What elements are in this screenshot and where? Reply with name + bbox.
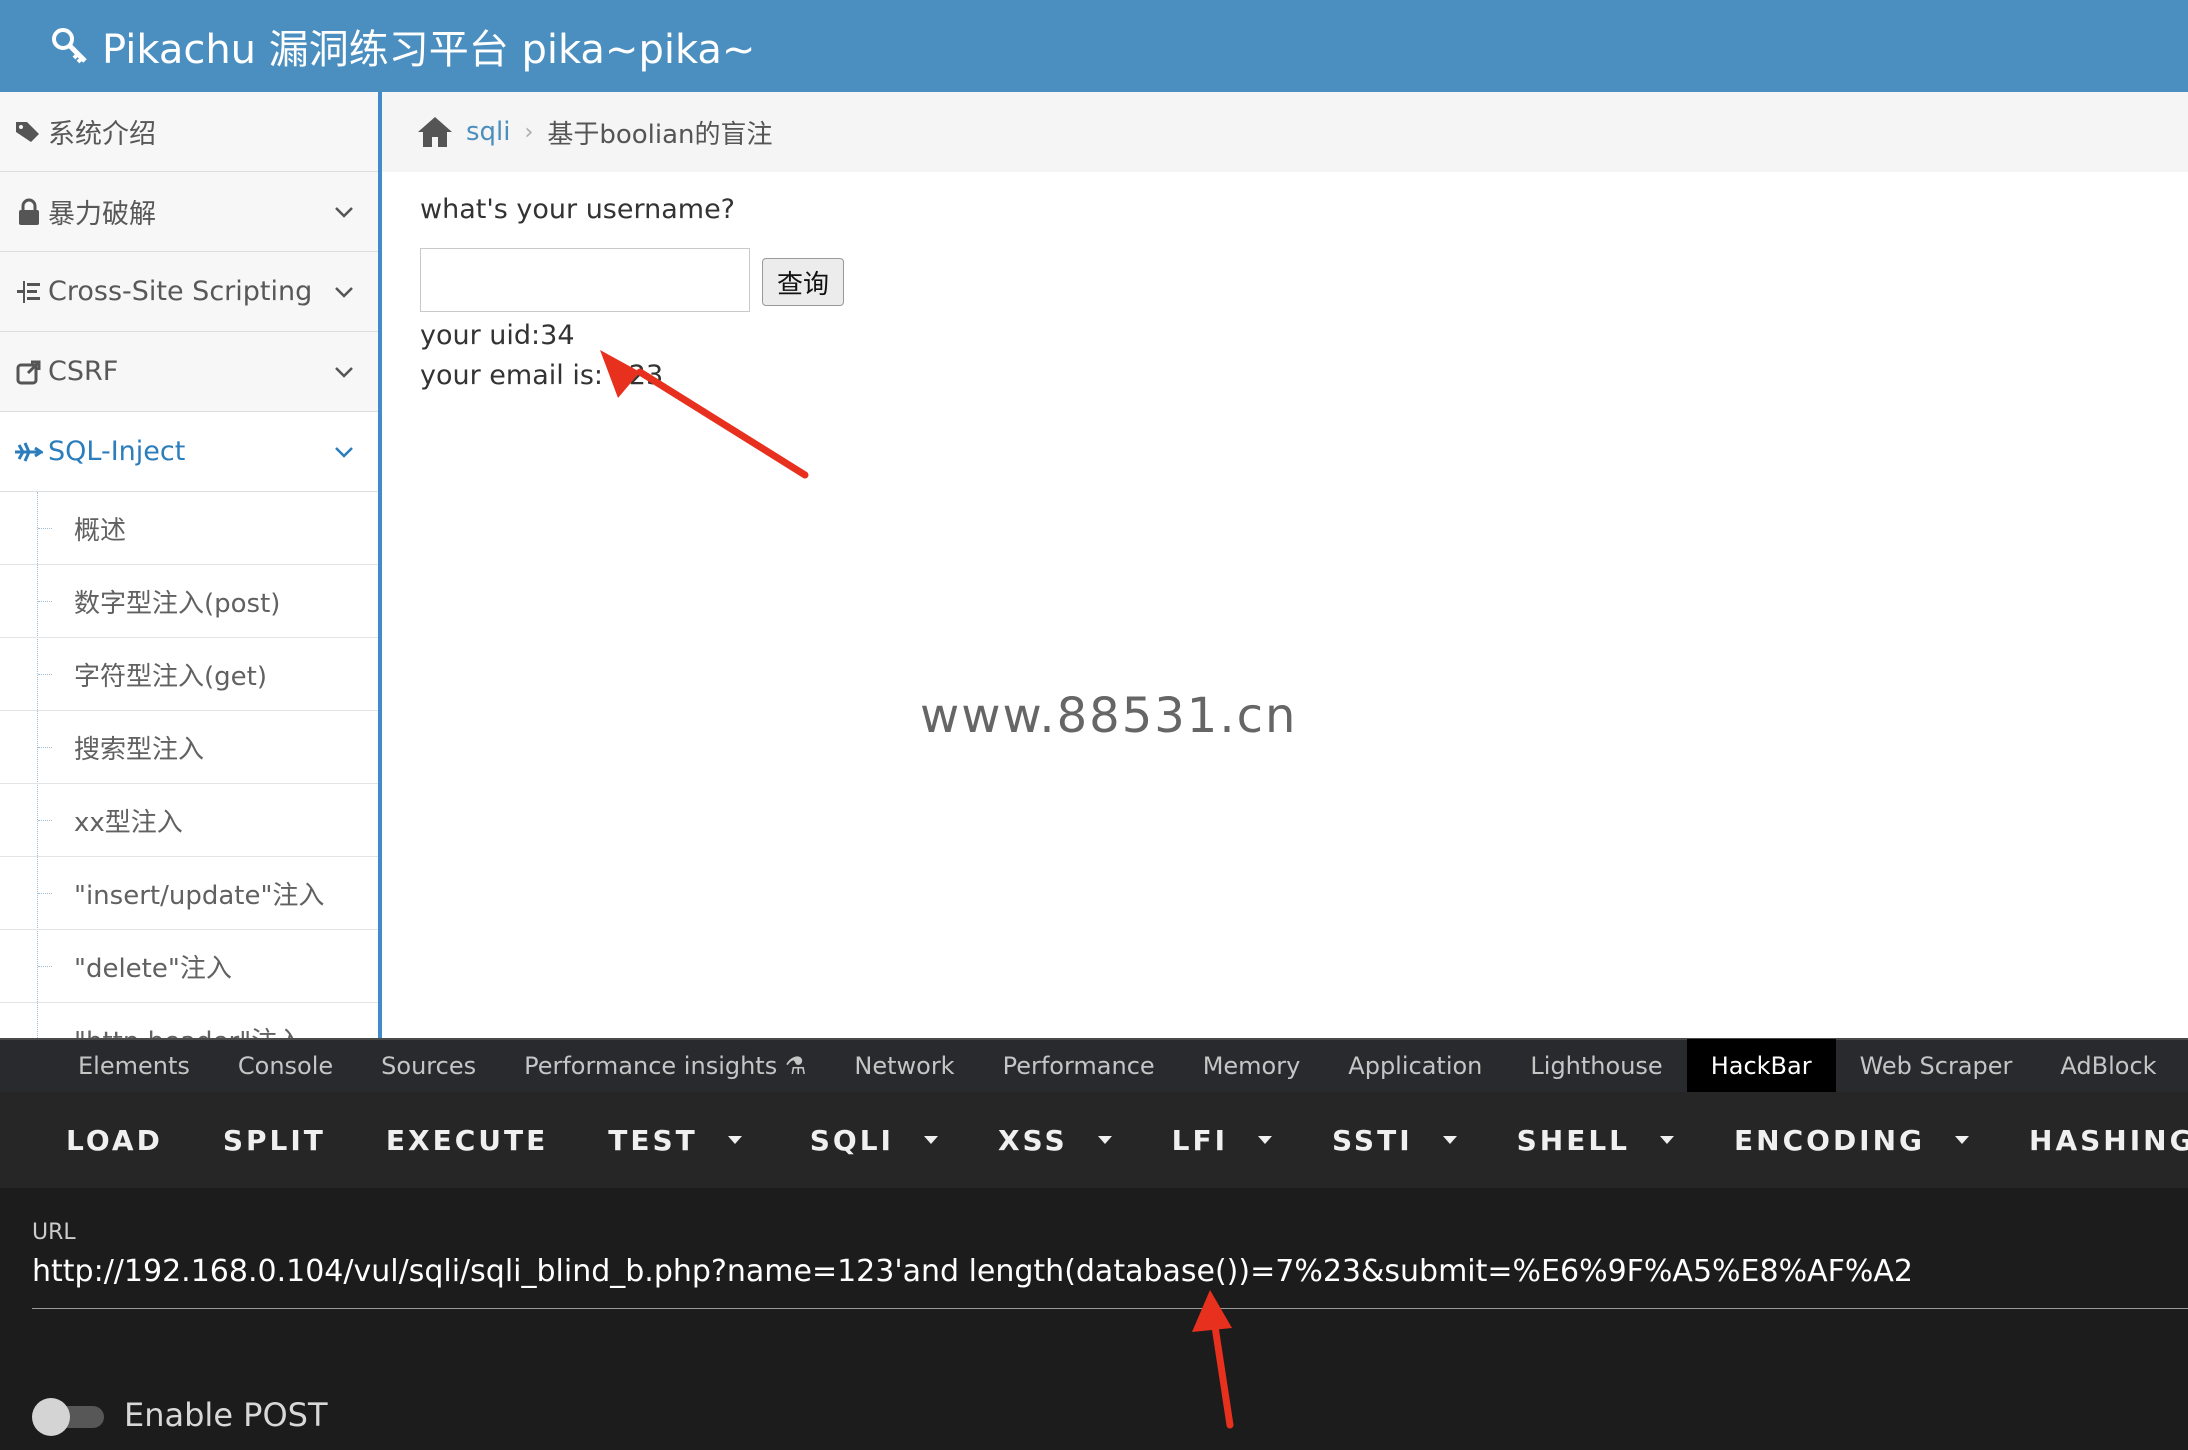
annotation-arrow-icon bbox=[1192, 1290, 1234, 1429]
caret-down-icon bbox=[727, 1136, 742, 1144]
tab-adblock[interactable]: AdBlock bbox=[2036, 1039, 2180, 1093]
lock-icon bbox=[14, 197, 44, 227]
tab-network[interactable]: Network bbox=[830, 1039, 978, 1093]
lfi-button[interactable]: LFI bbox=[1142, 1124, 1302, 1157]
sidebar-item-sql-inject[interactable]: SQL-Inject bbox=[0, 412, 378, 492]
devtools-tabbar: Elements Console Sources Performance ins… bbox=[0, 1038, 2188, 1093]
shell-button[interactable]: SHELL bbox=[1487, 1124, 1704, 1157]
submenu-item-xx[interactable]: xx型注入 bbox=[0, 784, 378, 857]
caret-down-icon bbox=[923, 1136, 938, 1144]
caret-down-icon bbox=[1258, 1136, 1273, 1144]
breadcrumb-current: 基于boolian的盲注 bbox=[547, 119, 773, 150]
sidebar-item-bruteforce[interactable]: 暴力破解 bbox=[0, 172, 378, 252]
main-content: what's your username? 查询 your uid:34 you… bbox=[382, 172, 2188, 1038]
list-tree-icon bbox=[14, 277, 44, 307]
query-button[interactable]: 查询 bbox=[762, 258, 844, 306]
tags-icon bbox=[14, 117, 44, 147]
execute-button[interactable]: EXECUTE bbox=[356, 1124, 578, 1157]
url-input[interactable]: http://192.168.0.104/vul/sqli/sqli_blind… bbox=[32, 1254, 1913, 1289]
tab-hackbar[interactable]: HackBar bbox=[1686, 1039, 1836, 1093]
caret-down-icon bbox=[1097, 1136, 1112, 1144]
tab-ed[interactable]: Ed bbox=[2181, 1039, 2188, 1093]
share-icon bbox=[14, 357, 44, 387]
tab-sources[interactable]: Sources bbox=[357, 1039, 500, 1093]
sqli-button[interactable]: SQLI bbox=[780, 1124, 968, 1157]
load-button[interactable]: LOAD bbox=[36, 1124, 193, 1157]
hackbar-toolbar: LOAD SPLIT EXECUTE TEST SQLI XSS LFI SST… bbox=[0, 1092, 2188, 1188]
ssti-button[interactable]: SSTI bbox=[1302, 1124, 1487, 1157]
tab-performance[interactable]: Performance bbox=[979, 1039, 1179, 1093]
submenu-item-insert-update[interactable]: "insert/update"注入 bbox=[0, 857, 378, 930]
sidebar: 系统介绍 暴力破解 Cross-Site Scripting CSRF SQL-… bbox=[0, 92, 382, 1038]
sidebar-item-intro[interactable]: 系统介绍 bbox=[0, 92, 378, 172]
sidebar-item-csrf[interactable]: CSRF bbox=[0, 332, 378, 412]
breadcrumb-link-sqli[interactable]: sqli bbox=[466, 117, 511, 147]
caret-down-icon bbox=[1955, 1136, 1970, 1144]
tab-web-scraper[interactable]: Web Scraper bbox=[1836, 1039, 2037, 1093]
submenu-item-string-get[interactable]: 字符型注入(get) bbox=[0, 638, 378, 711]
tab-elements[interactable]: Elements bbox=[54, 1039, 214, 1093]
submenu-item-http-header[interactable]: "http header"注入 bbox=[0, 1003, 378, 1039]
key-icon bbox=[50, 26, 90, 66]
hashing-button[interactable]: HASHING bbox=[1999, 1124, 2188, 1157]
submenu-item-overview[interactable]: 概述 bbox=[0, 492, 378, 565]
watermark: www.88531.cn bbox=[920, 688, 1298, 744]
encoding-button[interactable]: ENCODING bbox=[1704, 1124, 1999, 1157]
submenu-item-search[interactable]: 搜索型注入 bbox=[0, 711, 378, 784]
annotation-arrow-icon bbox=[600, 350, 809, 479]
xss-button[interactable]: XSS bbox=[968, 1124, 1142, 1157]
test-button[interactable]: TEST bbox=[578, 1124, 772, 1157]
tab-performance-insights[interactable]: Performance insights ⚗ bbox=[500, 1039, 830, 1093]
username-input[interactable] bbox=[420, 248, 750, 312]
sidebar-item-xss[interactable]: Cross-Site Scripting bbox=[0, 252, 378, 332]
app-header: Pikachu 漏洞练习平台 pika~pika~ bbox=[0, 0, 2188, 93]
enable-post-label: Enable POST bbox=[124, 1396, 328, 1434]
chevron-down-icon bbox=[335, 367, 353, 378]
tab-lighthouse[interactable]: Lighthouse bbox=[1506, 1039, 1686, 1093]
result-uid: your uid:34 bbox=[420, 320, 575, 351]
tab-memory[interactable]: Memory bbox=[1179, 1039, 1325, 1093]
sql-inject-submenu: 概述 数字型注入(post) 字符型注入(get) 搜索型注入 xx型注入 "i… bbox=[0, 492, 378, 1038]
split-button[interactable]: SPLIT bbox=[193, 1124, 356, 1157]
url-label: URL bbox=[32, 1220, 76, 1245]
chevron-down-icon bbox=[335, 207, 353, 218]
breadcrumb: sqli › 基于boolian的盲注 bbox=[382, 92, 2188, 173]
app-title[interactable]: Pikachu 漏洞练习平台 pika~pika~ bbox=[102, 17, 755, 75]
home-icon[interactable] bbox=[416, 115, 454, 149]
submenu-item-numeric-post[interactable]: 数字型注入(post) bbox=[0, 565, 378, 638]
submenu-item-delete[interactable]: "delete"注入 bbox=[0, 930, 378, 1003]
tab-console[interactable]: Console bbox=[214, 1039, 357, 1093]
chevron-down-icon bbox=[335, 287, 353, 298]
caret-down-icon bbox=[1660, 1136, 1675, 1144]
plane-icon bbox=[14, 437, 44, 467]
hackbar-url-area: URL http://192.168.0.104/vul/sqli/sqli_b… bbox=[0, 1188, 2188, 1450]
username-question: what's your username? bbox=[420, 194, 736, 225]
tab-application[interactable]: Application bbox=[1324, 1039, 1506, 1093]
chevron-right-icon: › bbox=[524, 119, 534, 145]
enable-post-toggle[interactable] bbox=[32, 1398, 106, 1436]
caret-down-icon bbox=[1442, 1136, 1457, 1144]
chevron-down-icon bbox=[335, 447, 353, 458]
